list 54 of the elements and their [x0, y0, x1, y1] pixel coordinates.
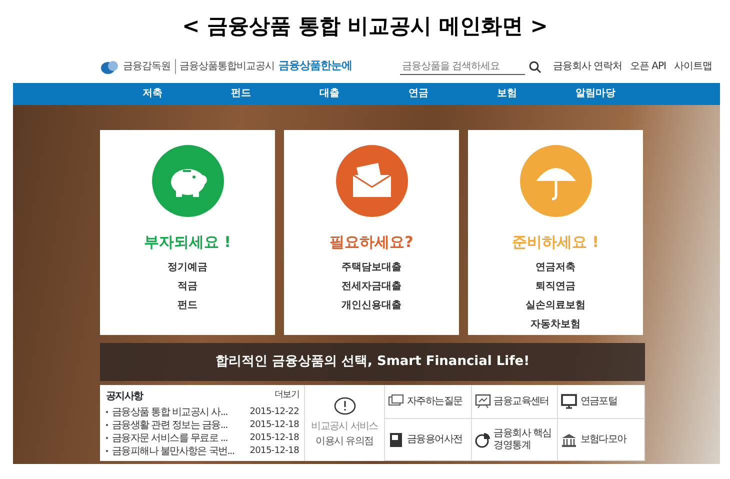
card-heading: 부자되세요 ! — [144, 232, 232, 253]
product-link[interactable]: 적금 — [178, 276, 198, 296]
quick-link[interactable]: 자주하는질문 — [385, 385, 472, 419]
header-link[interactable]: 오픈 API — [630, 59, 666, 74]
exclamation-icon — [334, 397, 356, 415]
quick-link[interactable]: 보험다모아 — [558, 419, 645, 461]
nav-tab[interactable]: 펀드 — [196, 83, 286, 105]
building-icon — [561, 432, 578, 448]
product-link[interactable]: 개인신용대출 — [342, 296, 402, 314]
quick-link[interactable]: 금융교육센터 — [472, 385, 558, 419]
caution-link[interactable]: 비교공시 서비스 — [311, 419, 378, 434]
slogan-banner: 합리적인 금융상품의 선택, Smart Financial Life! — [100, 343, 645, 381]
caution-link[interactable]: 이용시 유의점 — [316, 434, 374, 449]
notice-date: 2015-12-18 — [250, 445, 299, 458]
logo-icon — [101, 60, 119, 74]
product-link[interactable]: 퇴직연금 — [536, 276, 576, 296]
notice-date: 2015-12-18 — [250, 432, 299, 445]
search-field[interactable]: 금융상품을 검색하세요 — [400, 58, 525, 74]
product-link[interactable]: 정기예금 — [168, 258, 208, 276]
nav-tab[interactable]: 대출 — [285, 83, 374, 105]
nav-tab[interactable]: 보험 — [462, 83, 552, 105]
quick-link[interactable]: 금융용어사전 — [385, 419, 472, 461]
header-link[interactable]: 사이트맵 — [674, 59, 712, 74]
quick-link[interactable]: 연금포털 — [558, 385, 645, 419]
product-link[interactable]: 전세자금대출 — [342, 276, 402, 296]
notice-title: 공지사항 — [106, 390, 143, 404]
logo-text: 금융상품통합비교공시 — [174, 59, 274, 74]
notice-link[interactable]: 금융피해나 불만사항은 국번... — [112, 445, 247, 458]
quick-link[interactable]: 금융회사 핵심경영통계 — [472, 419, 558, 461]
nav-tab[interactable]: 연금 — [374, 83, 463, 105]
product-link[interactable]: 연금저축 — [536, 258, 576, 276]
logo-brand[interactable]: 금융상품한눈에 — [278, 58, 352, 75]
nav-tab[interactable]: 저축 — [108, 83, 197, 105]
notice-link[interactable]: 금융상품 통합 비교공시 사... — [112, 406, 247, 419]
header-link[interactable]: 금융회사 연락처 — [552, 59, 622, 74]
monitor-icon — [561, 394, 578, 410]
logo-text: 금융감독원 — [123, 60, 170, 74]
product-link[interactable]: 펀드 — [178, 296, 198, 314]
product-link[interactable]: 자동차보험 — [530, 314, 580, 334]
more-link[interactable]: 더보기 — [274, 389, 299, 404]
nav-tab[interactable]: 알림마당 — [551, 83, 640, 105]
card-heading: 준비하세요 ! — [512, 232, 600, 253]
book-icon — [388, 432, 404, 448]
pie-chart-icon — [474, 432, 491, 448]
notice-date: 2015-12-22 — [250, 406, 299, 419]
notice-link[interactable]: 금융생활 관련 정보는 금융... — [112, 419, 247, 432]
notice-date: 2015-12-18 — [250, 419, 299, 432]
card-heading: 필요하세요? — [330, 232, 414, 253]
search-icon[interactable] — [528, 60, 541, 72]
presentation-board-icon — [474, 394, 491, 410]
product-link[interactable]: 실손의료보험 — [526, 296, 586, 314]
notice-link[interactable]: 금융자문 서비스를 무료로 ... — [112, 432, 247, 445]
product-link[interactable]: 주택담보대출 — [342, 258, 402, 276]
page-title: < 금융상품 통합 비교공시 메인화면 > — [181, 13, 549, 40]
